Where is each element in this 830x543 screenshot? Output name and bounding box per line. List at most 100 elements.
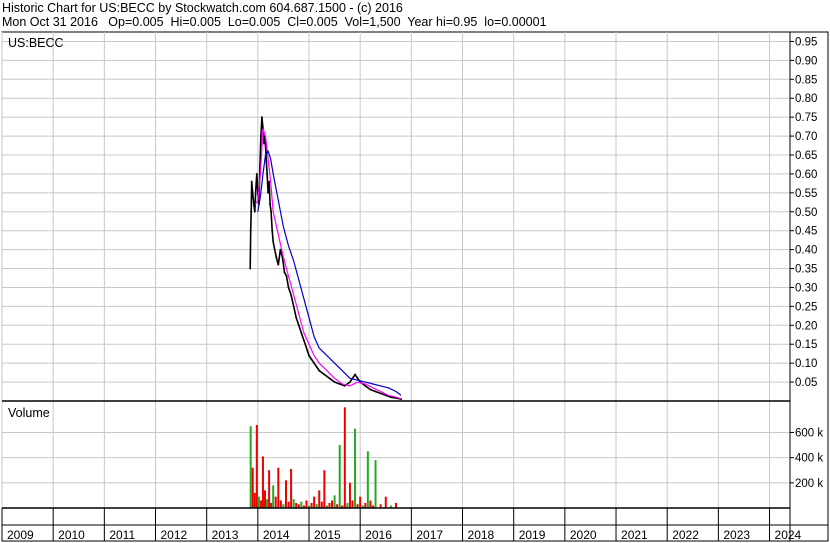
price-y-tick-label: 0.05 bbox=[795, 377, 817, 389]
price-point bbox=[283, 271, 286, 274]
x-tick-label: 2012 bbox=[161, 528, 188, 542]
volume-bar bbox=[287, 501, 290, 508]
price-y-tick-label: 0.15 bbox=[795, 339, 817, 351]
price-point bbox=[310, 358, 313, 361]
x-tick-label: 2013 bbox=[212, 528, 239, 542]
price-point bbox=[250, 180, 253, 183]
volume-y-ticks: 600 k 400 k 200 k bbox=[790, 427, 823, 490]
volume-bar bbox=[270, 502, 273, 508]
price-y-tick-label: 0.85 bbox=[795, 74, 817, 86]
price-point bbox=[287, 286, 290, 289]
price-point bbox=[318, 369, 321, 372]
volume-bar bbox=[264, 490, 267, 508]
volume-y-tick-label: 200 k bbox=[795, 478, 823, 490]
price-y-tick-label: 0.25 bbox=[795, 301, 817, 313]
price-y-tick-label: 0.70 bbox=[795, 131, 817, 143]
x-tick-label: 2023 bbox=[723, 528, 750, 542]
price-y-tick-label: 0.35 bbox=[795, 264, 817, 276]
price-point bbox=[292, 305, 295, 308]
price-point bbox=[297, 324, 300, 327]
volume-bar bbox=[364, 502, 367, 508]
price-point bbox=[364, 384, 367, 387]
volume-bar bbox=[272, 485, 275, 508]
price-point bbox=[369, 388, 372, 391]
price-point bbox=[323, 373, 326, 376]
volume-bar bbox=[384, 496, 387, 508]
price-panel-title: US:BECC bbox=[8, 36, 64, 50]
price-y-tick-label: 0.90 bbox=[795, 55, 817, 67]
price-point bbox=[271, 229, 274, 232]
volume-bar bbox=[374, 460, 377, 508]
volume-bar bbox=[318, 490, 321, 508]
volume-bar bbox=[359, 496, 362, 508]
price-point bbox=[250, 210, 253, 213]
price-point bbox=[308, 354, 310, 357]
price-point bbox=[266, 173, 268, 175]
price-y-tick-label: 0.80 bbox=[795, 93, 817, 105]
price-point bbox=[315, 366, 318, 368]
volume-bar bbox=[253, 492, 256, 508]
price-y-tick-label: 0.30 bbox=[795, 282, 817, 294]
price-point bbox=[313, 362, 316, 365]
volume-bar bbox=[346, 502, 349, 508]
volume-bar bbox=[320, 501, 323, 508]
price-point bbox=[261, 116, 263, 119]
price-y-tick-label: 0.75 bbox=[795, 112, 817, 124]
price-point bbox=[254, 188, 257, 190]
price-point bbox=[349, 381, 351, 383]
price-point bbox=[253, 210, 256, 213]
volume-bar bbox=[333, 495, 336, 508]
price-point bbox=[249, 267, 252, 270]
volume-bar bbox=[268, 470, 271, 508]
price-point bbox=[354, 373, 356, 376]
volume-bar bbox=[354, 428, 357, 508]
volume-bar bbox=[266, 499, 269, 508]
price-point bbox=[252, 203, 255, 206]
price-y-tick-label: 0.65 bbox=[795, 150, 817, 162]
price-point bbox=[268, 180, 271, 183]
volume-bar bbox=[295, 502, 298, 508]
price-point bbox=[260, 135, 262, 137]
price-y-tick-label: 0.10 bbox=[795, 358, 817, 370]
volume-bar bbox=[279, 500, 282, 508]
volume-bar bbox=[348, 482, 351, 508]
price-point bbox=[273, 248, 276, 251]
volume-bar bbox=[331, 500, 334, 508]
volume-bar bbox=[274, 496, 277, 508]
x-tick-label: 2014 bbox=[263, 528, 290, 542]
x-tick-label: 2015 bbox=[314, 528, 341, 542]
price-point bbox=[333, 381, 336, 383]
chart-frame bbox=[1, 31, 829, 542]
x-tick-label: 2022 bbox=[672, 528, 699, 542]
chart-svg: 0.95 0.90 0.85 0.80 0.75 0.70 0.65 0.60 0.55 0.50… bbox=[1, 31, 829, 542]
price-y-tick-label: 0.95 bbox=[795, 36, 817, 48]
volume-y-tick-label: 400 k bbox=[795, 453, 823, 465]
price-point bbox=[300, 331, 303, 334]
volume-bar bbox=[338, 445, 341, 508]
price-point bbox=[374, 390, 377, 393]
price-point bbox=[251, 191, 254, 194]
volume-bar bbox=[343, 407, 346, 508]
x-tick-label: 2009 bbox=[7, 528, 34, 542]
volume-y-tick-label: 600 k bbox=[795, 427, 823, 439]
x-tick-label: 2016 bbox=[365, 528, 392, 542]
price-y-tick-label: 0.20 bbox=[795, 320, 817, 332]
volume-bar bbox=[300, 501, 303, 508]
price-y-tick-label: 0.60 bbox=[795, 169, 817, 181]
volume-bar bbox=[255, 424, 258, 508]
volume-bar bbox=[366, 451, 369, 508]
price-point bbox=[338, 383, 341, 385]
volume-bar bbox=[261, 456, 264, 508]
volume-bar bbox=[310, 502, 313, 508]
volume-bar bbox=[277, 467, 280, 508]
volume-bar bbox=[284, 480, 287, 508]
price-point bbox=[267, 191, 269, 194]
price-point bbox=[269, 203, 272, 206]
price-point bbox=[290, 294, 293, 296]
x-tick-label: 2024 bbox=[775, 528, 802, 542]
x-tick-label: 2017 bbox=[416, 528, 443, 542]
price-point bbox=[302, 339, 305, 342]
volume-bar bbox=[290, 468, 293, 508]
volume-bar bbox=[395, 502, 397, 508]
x-tick-label: 2011 bbox=[109, 528, 135, 542]
